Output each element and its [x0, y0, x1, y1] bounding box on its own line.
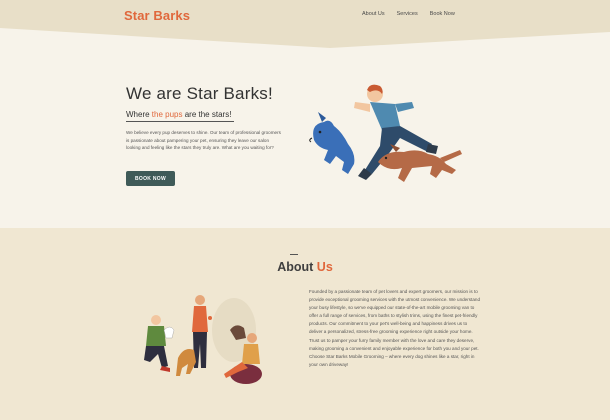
- about-title: About Us: [0, 260, 610, 274]
- brand-logo[interactable]: Star Barks: [124, 8, 190, 23]
- hero-description: We believe every pup deserves to shine. …: [126, 130, 281, 150]
- about-title-accent: Us: [316, 260, 333, 274]
- hero-subtitle-underline: [126, 121, 234, 122]
- about-divider: [290, 254, 298, 255]
- hero-subtitle: Where the pups are the stars!: [126, 110, 231, 119]
- runner-with-dogs-illustration: [309, 84, 462, 182]
- nav-book-now[interactable]: Book Now: [430, 11, 455, 17]
- nav-about-us[interactable]: About Us: [362, 11, 385, 17]
- hero-subtitle-prefix: Where: [126, 110, 152, 119]
- hero-title: We are Star Barks!: [126, 84, 273, 103]
- hero-subtitle-accent: the pups: [151, 110, 183, 119]
- hero-subtitle-suffix: are the stars!: [182, 110, 232, 119]
- book-now-button[interactable]: BOOK NOW: [126, 171, 175, 186]
- family-with-dogs-illustration: [144, 295, 262, 384]
- about-description: Founded by a passionate team of pet love…: [309, 289, 480, 367]
- nav-services[interactable]: Services: [397, 11, 418, 17]
- about-title-prefix: About: [277, 260, 317, 274]
- main-nav: About Us Services Book Now: [362, 11, 467, 17]
